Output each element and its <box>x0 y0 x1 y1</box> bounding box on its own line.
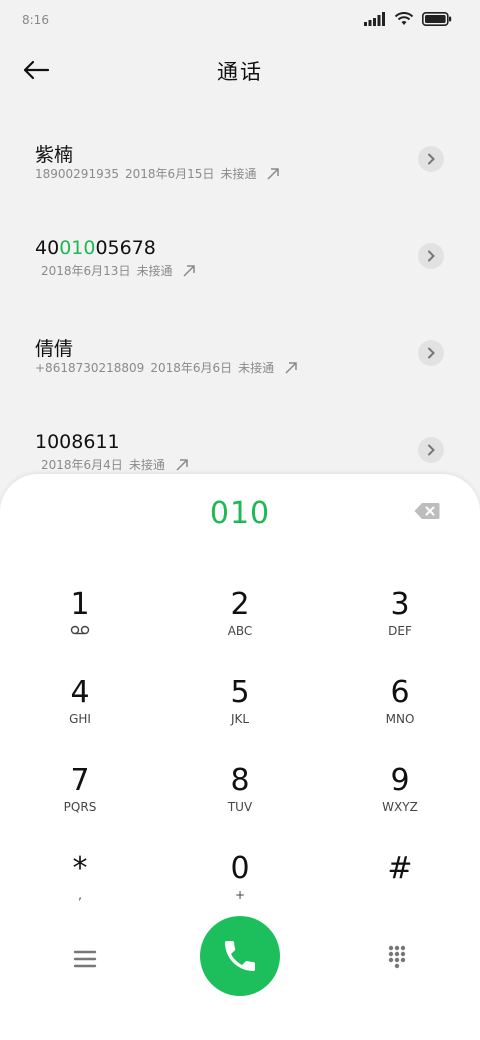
detail-button[interactable] <box>418 340 444 366</box>
key-9[interactable]: 9 WXYZ <box>340 758 460 838</box>
status-icons <box>364 12 452 26</box>
key-hash[interactable]: # <box>340 846 460 926</box>
battery-icon <box>422 12 452 26</box>
outgoing-call-icon <box>285 361 297 374</box>
key-letters: ABC <box>227 624 253 638</box>
call-status: 未接通 <box>136 264 173 278</box>
call-date: 2018年6月6日 <box>150 361 233 375</box>
key-letters: , <box>78 888 82 902</box>
phone-icon <box>225 941 255 971</box>
key-digit: # <box>387 851 413 886</box>
key-digit: 0 <box>230 851 250 886</box>
dialed-number: 010 <box>209 496 271 531</box>
outgoing-call-icon <box>183 264 196 277</box>
key-letters: TUV <box>227 800 253 814</box>
key-digit: 7 <box>70 763 90 798</box>
key-digit: 6 <box>390 675 410 710</box>
call-item[interactable]: 紫楠 18900291935 2018年6月15日 未接通 <box>0 110 480 207</box>
dialpad-icon <box>388 945 406 969</box>
detail-button[interactable] <box>418 146 444 172</box>
menu-button[interactable] <box>70 944 100 974</box>
contact-name: 4001005678 <box>35 237 156 259</box>
backspace-icon <box>414 503 440 519</box>
key-6[interactable]: 6 MNO <box>340 670 460 750</box>
key-digit: 5 <box>230 675 250 710</box>
key-letters: MNO <box>385 712 415 726</box>
chevron-right-icon <box>428 250 435 262</box>
call-meta: 2018年6月4日 未接通 <box>35 456 189 473</box>
call-date: 2018年6月13日 <box>41 264 131 278</box>
key-letters: JKL <box>230 712 250 726</box>
key-4[interactable]: 4 GHI <box>20 670 140 750</box>
call-meta: 2018年6月13日 未接通 <box>35 262 196 279</box>
key-digit: 8 <box>230 763 250 798</box>
call-date: 2018年6月15日 <box>124 167 215 181</box>
key-letters: PQRS <box>63 800 97 814</box>
backspace-button[interactable] <box>414 502 440 520</box>
phone-number: +8618730218809 <box>35 360 145 375</box>
call-meta: 18900291935 2018年6月15日 未接通 <box>35 165 280 182</box>
key-digit: 3 <box>390 587 410 622</box>
key-7[interactable]: 7 PQRS <box>20 758 140 838</box>
chevron-right-icon <box>428 347 435 359</box>
status-time: 8:16 <box>22 13 49 27</box>
dialer-bottom-bar <box>0 916 480 1006</box>
wifi-icon <box>394 12 414 25</box>
detail-button[interactable] <box>418 243 444 269</box>
outgoing-call-icon <box>176 458 188 471</box>
contact-name: 紫楠 <box>35 144 74 166</box>
chevron-right-icon <box>428 153 435 165</box>
call-date: 2018年6月4日 <box>41 458 123 472</box>
call-item[interactable]: 4001005678 2018年6月13日 未接通 <box>0 207 480 304</box>
phone-number: 18900291935 <box>35 166 119 181</box>
key-digit: * <box>72 851 88 886</box>
key-digit: 2 <box>230 587 250 622</box>
key-1[interactable]: 1 <box>20 582 140 662</box>
key-3[interactable]: 3 DEF <box>340 582 460 662</box>
dialpad-panel: 010 1 2 ABC 3 DEF 4 GHI 5 JKL 6 MNO 7 PQ… <box>0 474 480 1040</box>
outgoing-call-icon <box>267 167 280 180</box>
call-status: 未接通 <box>128 458 165 472</box>
key-digit: 1 <box>70 587 90 622</box>
key-0[interactable]: 0 + <box>180 846 300 926</box>
contact-name: 1008611 <box>35 431 120 453</box>
call-status: 未接通 <box>238 361 275 375</box>
key-star[interactable]: * , <box>20 846 140 926</box>
menu-icon <box>73 950 97 968</box>
dialer-screen: 8:16 通话 紫楠 18900291935 2018年6月15日 未接通 40… <box>0 0 480 1040</box>
key-letters <box>340 888 460 904</box>
key-2[interactable]: 2 ABC <box>180 582 300 662</box>
call-meta: +8618730218809 2018年6月6日 未接通 <box>35 359 298 376</box>
key-digit: 9 <box>390 763 410 798</box>
call-item[interactable]: 倩倩 +8618730218809 2018年6月6日 未接通 <box>0 304 480 401</box>
voicemail-icon <box>20 624 140 640</box>
call-status: 未接通 <box>220 167 257 181</box>
key-letters: WXYZ <box>382 800 418 814</box>
status-bar: 8:16 <box>0 0 480 42</box>
key-letters: DEF <box>388 624 412 638</box>
chevron-right-icon <box>428 444 435 456</box>
detail-button[interactable] <box>418 437 444 463</box>
key-8[interactable]: 8 TUV <box>180 758 300 838</box>
key-digit: 4 <box>70 675 90 710</box>
dialpad-toggle-button[interactable] <box>382 942 412 972</box>
signal-icon <box>364 12 385 26</box>
key-5[interactable]: 5 JKL <box>180 670 300 750</box>
page-title: 通话 <box>217 60 263 84</box>
contact-name: 倩倩 <box>35 338 74 360</box>
header: 通话 <box>0 42 480 98</box>
key-letters: GHI <box>69 712 91 726</box>
call-list: 紫楠 18900291935 2018年6月15日 未接通 4001005678… <box>0 110 480 498</box>
call-button[interactable] <box>200 916 280 996</box>
key-letters: + <box>234 888 246 902</box>
